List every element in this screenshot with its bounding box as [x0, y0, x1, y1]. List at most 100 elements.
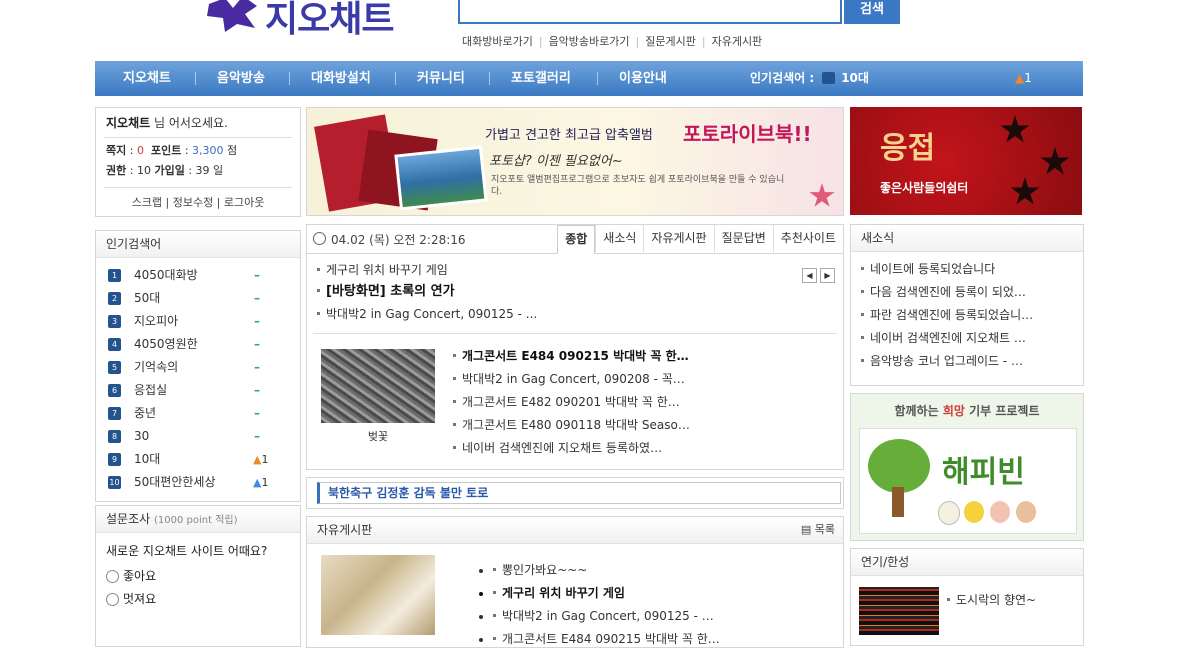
nav-item-geochat[interactable]: 지오채트: [123, 61, 171, 96]
poll-option-2[interactable]: 멋져요: [106, 590, 290, 607]
list-item[interactable]: 다음 검색엔진에 등록이 되었…: [851, 281, 1083, 304]
list-item[interactable]: 개그콘서트 E482 090201 박대박 꼭 한…: [453, 391, 690, 414]
ranking-item[interactable]: 2 50대 –: [96, 287, 300, 310]
ranking-item[interactable]: 7 중년 –: [96, 402, 300, 425]
list-item[interactable]: 게구리 위치 바꾸기 게임: [493, 582, 720, 605]
news-ticker: 북한축구 김정훈 감독 불만 토로: [306, 477, 844, 509]
list-item[interactable]: 뽕인가봐요~~~: [493, 559, 720, 582]
top-link-music[interactable]: 음악방송바로가기: [549, 35, 630, 48]
news-tabs: 종합 새소식 자유게시판 질문답변 추천사이트: [557, 225, 843, 254]
search-input[interactable]: [458, 0, 842, 24]
arrow-up-icon: ▲: [1015, 71, 1025, 85]
search-button[interactable]: 검색: [844, 0, 900, 24]
rank-same-indicator: –: [254, 360, 260, 374]
list-item[interactable]: 개그콘서트 E480 090118 박대박 Seaso…: [453, 414, 690, 437]
ranking-label: 50대편안한세상: [134, 475, 216, 489]
thumbnail-image[interactable]: [321, 349, 435, 423]
rank-number-icon: 1: [108, 269, 121, 282]
photobook-banner[interactable]: 가볍고 견고한 최고급 압축앨범 포토라이브북!! 포토샵? 이젠 필요없어~ …: [306, 107, 844, 216]
rank-number-icon: 8: [108, 430, 121, 443]
list-item[interactable]: 음악방송 코너 업그레이드 - …: [851, 350, 1083, 373]
side-ad-banner[interactable]: 응접 좋은사람들의쉼터: [850, 107, 1082, 215]
list-item[interactable]: 네이버 검색엔진에 지오채트 …: [851, 327, 1083, 350]
donation-banner[interactable]: 함께하는 희망 기부 프로젝트 해피빈: [850, 393, 1084, 541]
nav-item-community[interactable]: 커뮤니티: [417, 61, 465, 96]
rank-same-indicator: –: [254, 406, 260, 420]
ranking-label: 응접실: [134, 383, 168, 397]
nav-item-install[interactable]: 대화방설치: [311, 61, 371, 96]
character-icon: [964, 501, 984, 523]
tab-news[interactable]: 새소식: [595, 225, 643, 252]
scrap-link[interactable]: 스크랩: [132, 196, 162, 209]
ranking-label: 4050영원한: [134, 337, 198, 351]
login-stats-2: 권한 : 10 가입일 : 39 일: [106, 164, 224, 177]
free-board: 자유게시판▤ 목록 뽕인가봐요~~~ 게구리 위치 바꾸기 게임 박대박2 in…: [306, 516, 844, 648]
list-icon: ▤: [800, 523, 812, 536]
popular-keyword[interactable]: 인기검색어 :10대: [750, 61, 869, 96]
news-panel: 04.02 (목) 오전 2:28:16 종합 새소식 자유게시판 질문답변 추…: [306, 224, 844, 470]
rank-same-indicator: –: [254, 383, 260, 397]
next-arrow-icon[interactable]: ▶: [820, 268, 835, 283]
poll-option-1[interactable]: 좋아요: [106, 567, 290, 584]
ranking-item[interactable]: 6 응접실 –: [96, 379, 300, 402]
ranking-item[interactable]: 8 30 –: [96, 425, 300, 448]
ranking-item[interactable]: 3 지오피아 –: [96, 310, 300, 333]
ent-title: 연기/한성: [851, 549, 1083, 576]
banner-line1: 가볍고 견고한 최고급 압축앨범: [485, 128, 653, 143]
radio-icon[interactable]: [106, 593, 119, 606]
top-link-chatroom[interactable]: 대화방바로가기: [462, 35, 533, 48]
rank-same-indicator: –: [254, 429, 260, 443]
ranking-title: 인기검색어: [96, 231, 300, 258]
list-item[interactable]: 박대박2 in Gag Concert, 090208 - 꼭…: [453, 368, 690, 391]
happybean-logo: 해피빈: [859, 428, 1077, 534]
nav-item-music[interactable]: 음악방송: [217, 61, 265, 96]
tab-all[interactable]: 종합: [557, 225, 596, 254]
site-logo[interactable]: 지오채트: [205, 0, 445, 40]
tree-icon: [868, 439, 930, 493]
rank-up-indicator: ▲1: [253, 476, 269, 489]
ranking-item[interactable]: 4 4050영원한 –: [96, 333, 300, 356]
more-link[interactable]: ▤ 목록: [801, 517, 835, 543]
popular-ranking: 인기검색어 1 4050대화방 – 2 50대 – 3 지오피아 – 4 4050영원한 – 5 기억속의…: [95, 230, 301, 502]
banner-line3: 지오포토 앨범편집프로그램으로 초보자도 쉽게 포토라이브북을 만들 수 있습니…: [491, 175, 785, 197]
list-item[interactable]: 파란 검색엔진에 등록되었습니…: [851, 304, 1083, 327]
notice-title: 새소식: [851, 225, 1083, 252]
edit-info-link[interactable]: 정보수정: [173, 196, 213, 209]
ranking-item[interactable]: 10 50대편안한세상 ▲1: [96, 471, 300, 494]
ticker-text[interactable]: 북한축구 김정훈 감독 불만 토로: [317, 482, 841, 504]
list-item[interactable]: 네이버 검색엔진에 지오채트 등록하였…: [453, 437, 690, 460]
list-item[interactable]: [바탕화면] 초록의 연가: [317, 281, 537, 303]
radio-icon[interactable]: [106, 570, 119, 583]
note-count[interactable]: 0: [137, 144, 144, 157]
tab-qna[interactable]: 질문답변: [713, 225, 773, 252]
nav-item-guide[interactable]: 이용안내: [619, 61, 667, 96]
ranking-item[interactable]: 1 4050대화방 –: [96, 264, 300, 287]
rank-up-indicator: ▲1: [253, 453, 269, 466]
list-item[interactable]: 개그콘서트 E484 090215 박대박 꼭 한…: [453, 345, 690, 368]
top-link-free-board[interactable]: 자유게시판: [712, 35, 763, 48]
ranking-label: 4050대화방: [134, 268, 198, 282]
flower-icon: [1000, 115, 1030, 143]
list-item[interactable]: 네이트에 등록되었습니다: [851, 258, 1083, 281]
list-item[interactable]: 게구리 위치 바꾸기 게임: [317, 259, 537, 281]
logo-text: 지오채트: [265, 0, 394, 40]
tab-free-board[interactable]: 자유게시판: [643, 225, 713, 252]
prev-arrow-icon[interactable]: ◀: [802, 268, 817, 283]
tab-recommend[interactable]: 추천사이트: [772, 225, 843, 252]
list-item[interactable]: 박대박2 in Gag Concert, 090125 - ...: [317, 303, 537, 325]
top-link-qna[interactable]: 질문게시판: [645, 35, 696, 48]
rank-number-icon: 9: [108, 453, 121, 466]
notice-box: 새소식 네이트에 등록되었습니다 다음 검색엔진에 등록이 되었… 파란 검색엔…: [850, 224, 1084, 386]
donation-title: 함께하는 희망 기부 프로젝트: [894, 404, 1040, 418]
ranking-item[interactable]: 5 기억속의 –: [96, 356, 300, 379]
logout-link[interactable]: 로그아웃: [224, 196, 264, 209]
thumbnail-caption[interactable]: 벚꽃: [321, 428, 435, 444]
poll-question: 새로운 지오채트 사이트 어때요?: [106, 544, 268, 558]
ranking-item[interactable]: 9 10대 ▲1: [96, 448, 300, 471]
nav-item-gallery[interactable]: 포토갤러리: [511, 61, 571, 96]
list-item[interactable]: 개그콘서트 E484 090215 박대박 꼭 한…: [493, 628, 720, 651]
list-item[interactable]: 박대박2 in Gag Concert, 090125 - …: [493, 605, 720, 628]
thumbnail-image[interactable]: [321, 555, 435, 635]
star-icon: [809, 183, 835, 207]
ent-item[interactable]: 도시락의 향연~: [947, 591, 1036, 608]
